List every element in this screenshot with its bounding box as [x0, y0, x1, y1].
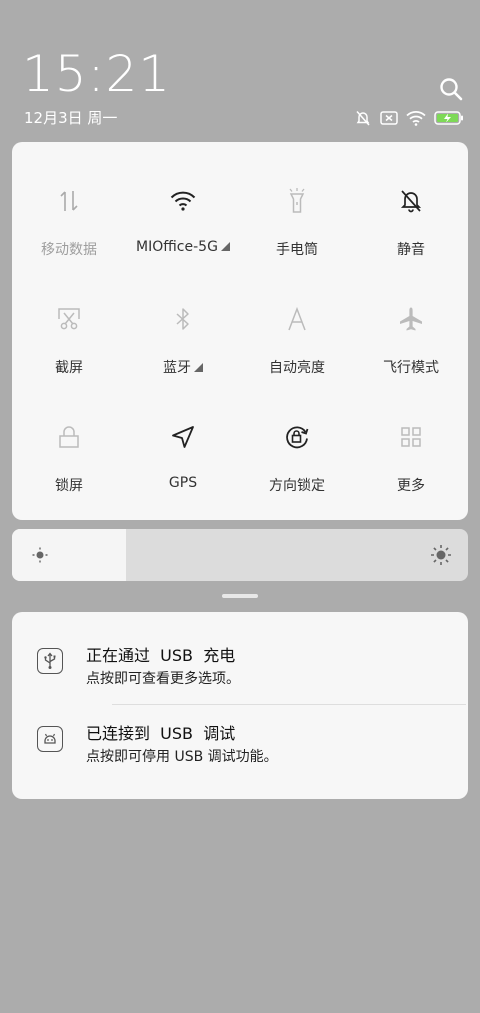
brightness-fill — [12, 529, 126, 581]
sim-off-icon — [380, 110, 398, 126]
wifi-icon — [406, 110, 426, 126]
tile-label: 飞行模式 — [383, 360, 439, 376]
quick-settings-panel: 移动数据 MIOffice-5G 手电筒 静音 截屏 蓝牙 自动亮度 飞行模式 … — [12, 142, 468, 520]
airplane-icon — [394, 304, 428, 334]
tile-label: 截屏 — [55, 360, 83, 376]
more-grid-icon — [394, 422, 428, 452]
gps-icon — [166, 422, 200, 452]
battery-charging-icon — [434, 110, 464, 126]
notification-usb-debugging[interactable]: 已连接到 USB 调试 点按即可停用 USB 调试功能。 — [12, 690, 468, 768]
tile-lock-screen[interactable]: 锁屏 — [12, 378, 126, 496]
mute-icon — [354, 109, 372, 127]
brightness-high-icon — [430, 544, 452, 570]
notification-subtitle: 点按即可停用 USB 调试功能。 — [86, 749, 278, 765]
tile-screenshot[interactable]: 截屏 — [12, 260, 126, 378]
tile-label: MIOffice-5G — [126, 239, 240, 255]
clock: 15:21 — [22, 45, 172, 103]
usb-icon — [37, 648, 63, 674]
lock-icon — [52, 422, 86, 452]
status-area: 15:21 12月3日 周一 — [0, 0, 480, 140]
tile-auto-brightness[interactable]: 自动亮度 — [240, 260, 354, 378]
notification-title: 正在通过 USB 充电 — [86, 646, 236, 665]
tile-label: 自动亮度 — [269, 360, 325, 376]
notification-title: 已连接到 USB 调试 — [86, 724, 236, 743]
notification-subtitle: 点按即可查看更多选项。 — [86, 671, 240, 687]
tile-airplane[interactable]: 飞行模式 — [354, 260, 468, 378]
tile-gps[interactable]: GPS — [126, 378, 240, 496]
expand-triangle-icon — [194, 362, 203, 372]
tile-label: 蓝牙 — [126, 357, 240, 377]
drag-handle[interactable] — [222, 594, 258, 598]
mobile-data-icon — [52, 186, 86, 216]
expand-triangle-icon — [220, 241, 230, 251]
wifi-icon — [166, 186, 200, 216]
rotation-lock-icon — [280, 422, 314, 452]
search-icon[interactable] — [438, 76, 464, 102]
notification-panel: 正在通过 USB 充电 点按即可查看更多选项。 已连接到 USB 调试 点按即可… — [12, 612, 468, 799]
tile-label: 移动数据 — [41, 242, 97, 258]
tile-mobile-data[interactable]: 移动数据 — [12, 142, 126, 260]
tile-label: 更多 — [397, 478, 425, 494]
tile-flashlight[interactable]: 手电筒 — [240, 142, 354, 260]
date-label: 12月3日 周一 — [24, 109, 118, 127]
tile-bluetooth[interactable]: 蓝牙 — [126, 260, 240, 378]
notification-usb-charging[interactable]: 正在通过 USB 充电 点按即可查看更多选项。 — [12, 612, 468, 690]
tile-label: GPS — [168, 475, 198, 491]
bluetooth-icon — [166, 304, 200, 334]
tile-label: 静音 — [397, 242, 425, 258]
tile-label: 锁屏 — [55, 478, 83, 494]
tile-label: 方向锁定 — [269, 478, 325, 494]
tile-more[interactable]: 更多 — [354, 378, 468, 496]
auto-brightness-icon — [280, 304, 314, 334]
tile-rotation-lock[interactable]: 方向锁定 — [240, 378, 354, 496]
tile-label: 手电筒 — [276, 242, 318, 258]
status-icons — [354, 108, 464, 128]
brightness-slider[interactable] — [12, 529, 468, 581]
tile-wifi[interactable]: MIOffice-5G — [126, 142, 240, 260]
android-debug-icon — [37, 726, 63, 752]
flashlight-icon — [280, 186, 314, 216]
mute-icon — [394, 186, 428, 216]
tile-mute[interactable]: 静音 — [354, 142, 468, 260]
screenshot-icon — [52, 304, 86, 334]
brightness-low-icon — [32, 547, 48, 567]
